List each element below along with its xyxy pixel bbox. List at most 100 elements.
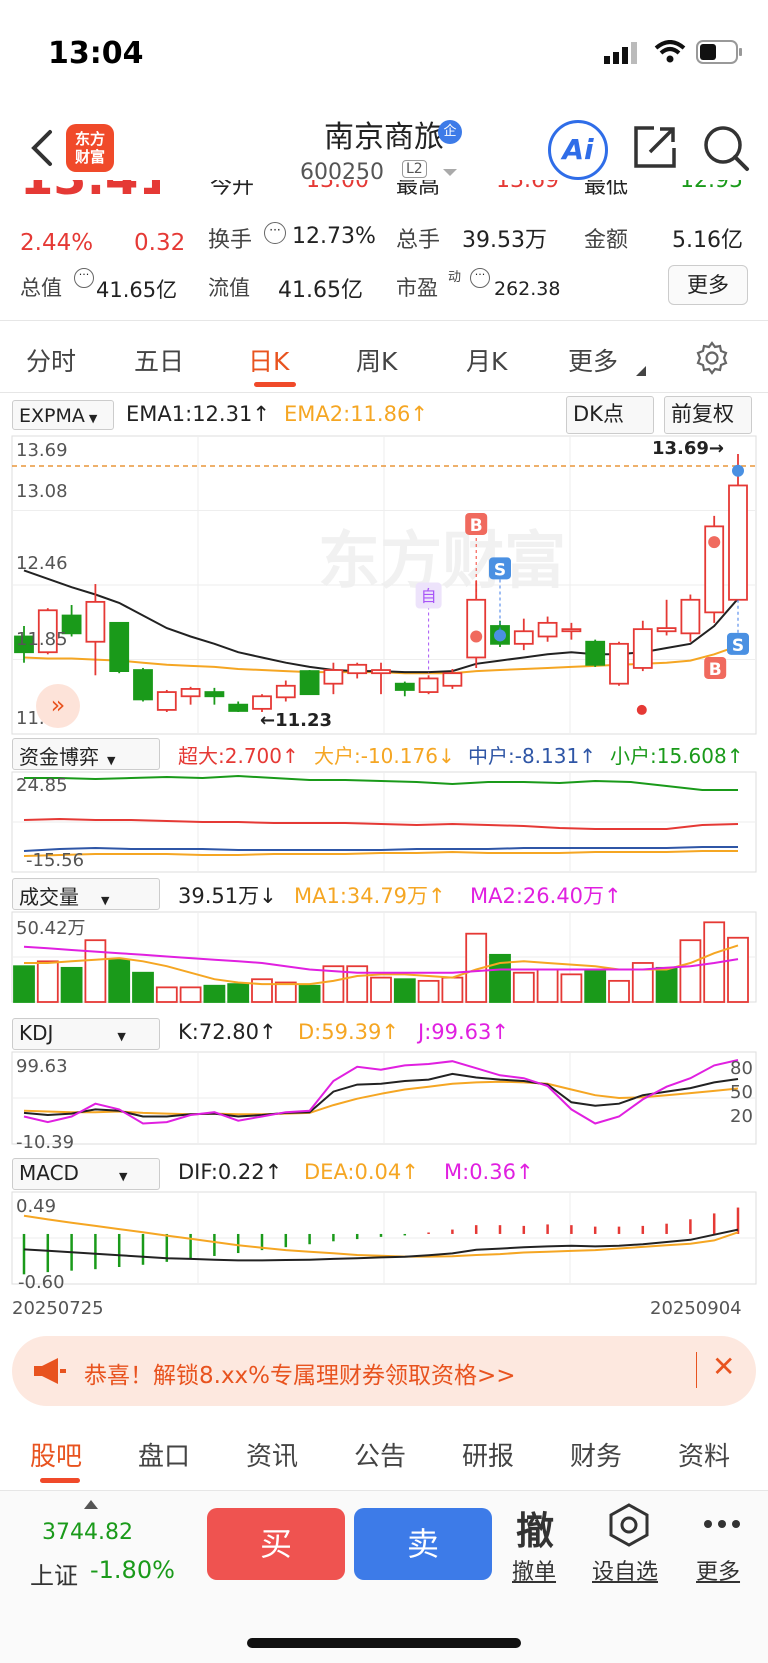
candle-body — [347, 663, 368, 675]
info-icon[interactable]: ··· — [264, 222, 286, 244]
volume-bar — [108, 958, 131, 1003]
tab-profile[interactable]: 资料 — [678, 1436, 730, 1473]
index-change: -1.80% — [90, 1556, 175, 1584]
add-watchlist-label[interactable]: 设自选 — [592, 1554, 658, 1586]
macd-dea-label: DEA:0.04↑ — [304, 1160, 419, 1184]
share-icon[interactable] — [632, 124, 678, 170]
candle-body — [728, 484, 748, 601]
watermark: 东方财富 — [318, 524, 566, 597]
price-clip: 13.41 — [20, 180, 160, 202]
volume-bar — [227, 983, 250, 1003]
promo-banner[interactable]: 恭喜！解锁8.xx%专属理财券领取资格>> ✕ — [12, 1336, 756, 1406]
ai-button[interactable]: Ai — [548, 120, 608, 180]
tab-monthly-k[interactable]: 月K — [466, 342, 507, 378]
cancel-order-icon[interactable]: 撤 — [516, 1500, 554, 1555]
volume-bar — [608, 979, 630, 1003]
candle-body — [228, 703, 249, 712]
indicator-select-kdj[interactable]: KDJ ▼ — [12, 1018, 160, 1050]
ema2-label: EMA2:11.86↑ — [284, 402, 428, 426]
more-dots-icon[interactable] — [702, 1518, 742, 1530]
change-amount: 0.32 — [134, 230, 186, 256]
candle-body — [133, 669, 153, 701]
kdj-y-bottom: -10.39 — [16, 1132, 75, 1153]
tab-news[interactable]: 资讯 — [246, 1436, 298, 1473]
info-icon[interactable]: ··· — [74, 268, 94, 288]
volume-bar — [36, 960, 59, 1003]
signal-dot — [470, 630, 483, 643]
indicator-select-expma[interactable]: EXPMA ▼ — [12, 400, 114, 430]
candle-body — [299, 670, 320, 696]
date-start: 20250725 — [12, 1298, 104, 1319]
divider — [0, 1490, 768, 1491]
sell-signal-badge-letter: S — [494, 560, 506, 580]
index-name: 上证 — [30, 1562, 78, 1590]
macd-y-bottom: -0.60 — [18, 1272, 65, 1293]
amount-value: 5.16亿 — [672, 228, 743, 253]
volume-bar — [370, 976, 392, 1003]
home-indicator — [247, 1638, 521, 1648]
fund-mid-label: 中户:-8.131↑ — [468, 744, 596, 768]
tab-more[interactable]: 更多 — [568, 342, 618, 378]
volume-label: 39.51万↓ — [178, 884, 277, 908]
fund-super-line — [23, 817, 739, 830]
tab-five-day[interactable]: 五日 — [134, 342, 184, 378]
dk-point-button[interactable]: DK点 — [566, 396, 654, 434]
volume-label: 总手 — [396, 228, 441, 253]
pe-value: 262.38 — [494, 278, 561, 300]
volume-bar — [132, 971, 154, 1003]
volume-bar — [655, 966, 678, 1003]
expand-arrow-icon[interactable]: » — [36, 684, 80, 728]
kline-min-label: ←11.23 — [260, 710, 333, 731]
buy-button[interactable]: 买 — [207, 1508, 345, 1580]
search-icon[interactable] — [702, 124, 750, 172]
sell-signal-badge-letter: S — [732, 636, 744, 656]
up-caret-icon — [84, 1500, 98, 1509]
period-tabs: 分时 五日 日K 周K 月K 更多 — [0, 322, 768, 392]
chevron-down-icon[interactable] — [442, 168, 458, 178]
kdj-y-top: 99.63 — [16, 1056, 68, 1077]
indicator-select-fund[interactable]: 资金博弈 ▼ — [12, 738, 160, 770]
add-watchlist-icon[interactable] — [606, 1502, 652, 1548]
macd-y-top: 0.49 — [16, 1196, 57, 1217]
tab-intraday[interactable]: 分时 — [26, 342, 76, 378]
turnover-label: 换手 — [208, 228, 253, 253]
tab-weekly-k[interactable]: 周K — [356, 342, 397, 378]
quote-more-button[interactable]: 更多 — [668, 265, 748, 305]
battery-icon — [696, 40, 742, 64]
settings-gear-icon[interactable] — [694, 340, 730, 376]
volume-bar — [60, 966, 83, 1003]
volume-bar — [584, 968, 607, 1003]
indicator-select-macd[interactable]: MACD ▼ — [12, 1158, 160, 1190]
tab-handicap[interactable]: 盘口 — [138, 1436, 190, 1473]
candle-body — [561, 628, 582, 633]
adjust-button[interactable]: 前复权 — [664, 396, 752, 434]
close-icon[interactable]: ✕ — [712, 1350, 735, 1383]
mktcap-label: 总值 — [20, 276, 62, 300]
index-value[interactable]: 3744.82 — [42, 1520, 133, 1545]
candle-body — [85, 600, 106, 643]
cancel-order-label[interactable]: 撤单 — [512, 1554, 556, 1586]
float-label: 流值 — [208, 276, 250, 300]
turnover-value: 12.73% — [292, 224, 376, 249]
candle-body — [680, 598, 701, 635]
tab-finance[interactable]: 财务 — [570, 1436, 622, 1473]
volume-bar — [441, 976, 464, 1003]
tab-underline — [40, 1478, 80, 1483]
signal-dot — [732, 464, 744, 477]
fund-mid-line — [23, 846, 738, 852]
volume-bar — [417, 979, 440, 1003]
volume-y-top: 50.42万 — [16, 918, 86, 939]
signal-dot — [636, 704, 647, 715]
more-label[interactable]: 更多 — [696, 1554, 740, 1586]
volume-bar — [536, 968, 559, 1003]
volume-bar — [679, 939, 702, 1003]
tab-daily-k[interactable]: 日K — [248, 342, 289, 378]
wifi-icon — [654, 40, 686, 63]
tab-announcements[interactable]: 公告 — [354, 1436, 406, 1473]
indicator-select-volume[interactable]: 成交量 ▼ — [12, 878, 160, 910]
tab-guba[interactable]: 股吧 — [30, 1436, 82, 1473]
buy-signal-badge-letter: B — [709, 660, 722, 680]
info-icon[interactable]: ··· — [470, 268, 490, 288]
tab-research[interactable]: 研报 — [462, 1436, 514, 1473]
sell-button[interactable]: 卖 — [354, 1508, 492, 1580]
